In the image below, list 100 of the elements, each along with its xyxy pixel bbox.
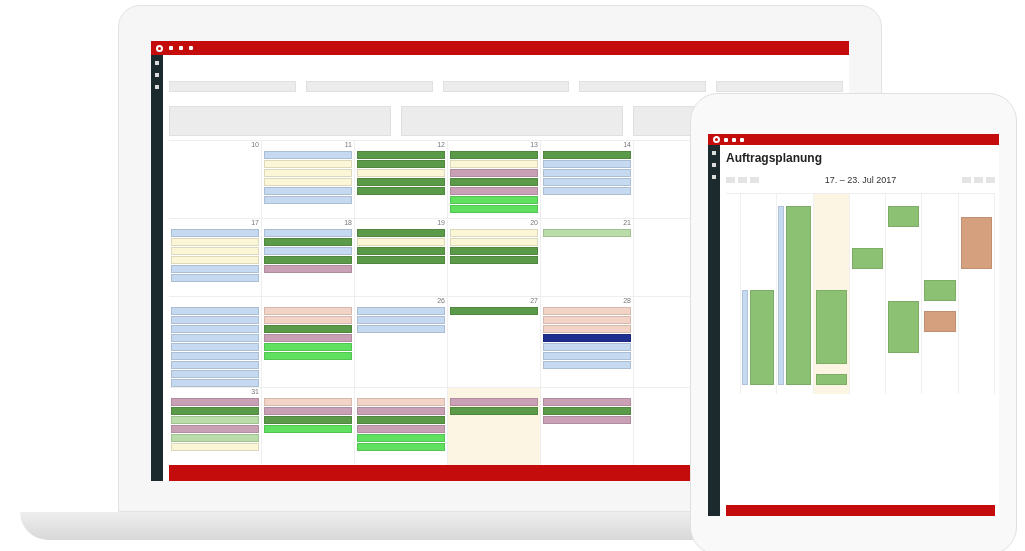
event-bar[interactable]	[171, 379, 259, 387]
input-field[interactable]	[305, 81, 433, 92]
event-bar[interactable]	[264, 398, 352, 406]
event-bar[interactable]	[171, 265, 259, 273]
event-bar[interactable]	[264, 178, 352, 186]
event-bar[interactable]	[357, 443, 445, 451]
event-bar[interactable]	[543, 325, 631, 333]
text-area[interactable]	[169, 106, 391, 136]
event-bar[interactable]	[171, 443, 259, 451]
event-bar[interactable]	[171, 434, 259, 442]
event-bar[interactable]	[357, 398, 445, 406]
event-bar[interactable]	[543, 361, 631, 369]
event-bar[interactable]	[357, 256, 445, 264]
event-bar[interactable]	[543, 160, 631, 168]
event-bar[interactable]	[171, 274, 259, 282]
event-bar[interactable]	[264, 352, 352, 360]
input-field[interactable]	[169, 81, 296, 92]
event-bar[interactable]	[543, 151, 631, 159]
event-bar[interactable]	[171, 398, 259, 406]
event-bar[interactable]	[264, 334, 352, 342]
event-bar[interactable]	[357, 160, 445, 168]
event-block[interactable]	[742, 290, 748, 385]
input-field[interactable]	[442, 81, 570, 92]
event-bar[interactable]	[264, 229, 352, 237]
event-bar[interactable]	[543, 187, 631, 195]
event-bar[interactable]	[357, 178, 445, 186]
event-bar[interactable]	[264, 265, 352, 273]
event-bar[interactable]	[450, 178, 538, 186]
event-bar[interactable]	[450, 196, 538, 204]
event-bar[interactable]	[264, 196, 352, 204]
sidebar-icon[interactable]	[155, 85, 159, 89]
event-bar[interactable]	[357, 169, 445, 177]
event-bar[interactable]	[357, 247, 445, 255]
sidebar-icon[interactable]	[155, 73, 159, 77]
event-bar[interactable]	[171, 425, 259, 433]
text-area[interactable]	[633, 106, 695, 136]
event-bar[interactable]	[357, 407, 445, 415]
event-bar[interactable]	[357, 151, 445, 159]
event-bar[interactable]	[171, 352, 259, 360]
event-bar[interactable]	[450, 238, 538, 246]
event-bar[interactable]	[264, 151, 352, 159]
event-bar[interactable]	[171, 247, 259, 255]
event-bar[interactable]	[264, 238, 352, 246]
event-bar[interactable]	[171, 325, 259, 333]
event-bar[interactable]	[450, 205, 538, 213]
event-bar[interactable]	[450, 407, 538, 415]
event-bar[interactable]	[357, 316, 445, 324]
event-bar[interactable]	[543, 307, 631, 315]
event-bar[interactable]	[357, 325, 445, 333]
event-block[interactable]	[924, 311, 956, 332]
event-bar[interactable]	[264, 416, 352, 424]
sidebar-icon[interactable]	[712, 175, 716, 179]
event-bar[interactable]	[264, 343, 352, 351]
event-bar[interactable]	[543, 169, 631, 177]
event-bar[interactable]	[264, 247, 352, 255]
event-bar[interactable]	[450, 160, 538, 168]
event-block[interactable]	[750, 290, 775, 385]
event-block[interactable]	[778, 206, 785, 385]
event-bar[interactable]	[543, 229, 631, 237]
event-bar[interactable]	[357, 238, 445, 246]
event-bar[interactable]	[264, 169, 352, 177]
input-field[interactable]	[579, 81, 707, 92]
event-bar[interactable]	[543, 316, 631, 324]
sidebar-icon[interactable]	[712, 163, 716, 167]
event-bar[interactable]	[450, 256, 538, 264]
event-bar[interactable]	[171, 343, 259, 351]
sidebar-icon[interactable]	[712, 151, 716, 155]
event-bar[interactable]	[543, 407, 631, 415]
event-bar[interactable]	[264, 325, 352, 333]
event-bar[interactable]	[264, 160, 352, 168]
event-bar[interactable]	[543, 178, 631, 186]
event-bar[interactable]	[543, 352, 631, 360]
event-bar[interactable]	[171, 334, 259, 342]
event-block[interactable]	[786, 206, 811, 385]
event-bar[interactable]	[171, 256, 259, 264]
event-bar[interactable]	[264, 407, 352, 415]
event-bar[interactable]	[543, 343, 631, 351]
text-area[interactable]	[401, 106, 623, 136]
event-bar[interactable]	[450, 398, 538, 406]
event-bar[interactable]	[543, 398, 631, 406]
event-bar[interactable]	[450, 307, 538, 315]
event-bar[interactable]	[264, 256, 352, 264]
event-bar[interactable]	[171, 407, 259, 415]
event-block[interactable]	[960, 216, 992, 269]
event-bar[interactable]	[543, 334, 631, 342]
event-block[interactable]	[815, 290, 847, 364]
event-bar[interactable]	[357, 434, 445, 442]
event-block[interactable]	[888, 206, 920, 227]
event-bar[interactable]	[264, 316, 352, 324]
event-block[interactable]	[851, 248, 884, 269]
event-block[interactable]	[888, 300, 920, 353]
event-bar[interactable]	[450, 247, 538, 255]
event-bar[interactable]	[357, 229, 445, 237]
event-bar[interactable]	[171, 361, 259, 369]
event-bar[interactable]	[264, 187, 352, 195]
event-bar[interactable]	[171, 307, 259, 315]
event-bar[interactable]	[171, 370, 259, 378]
event-bar[interactable]	[450, 151, 538, 159]
event-bar[interactable]	[264, 307, 352, 315]
event-bar[interactable]	[357, 187, 445, 195]
